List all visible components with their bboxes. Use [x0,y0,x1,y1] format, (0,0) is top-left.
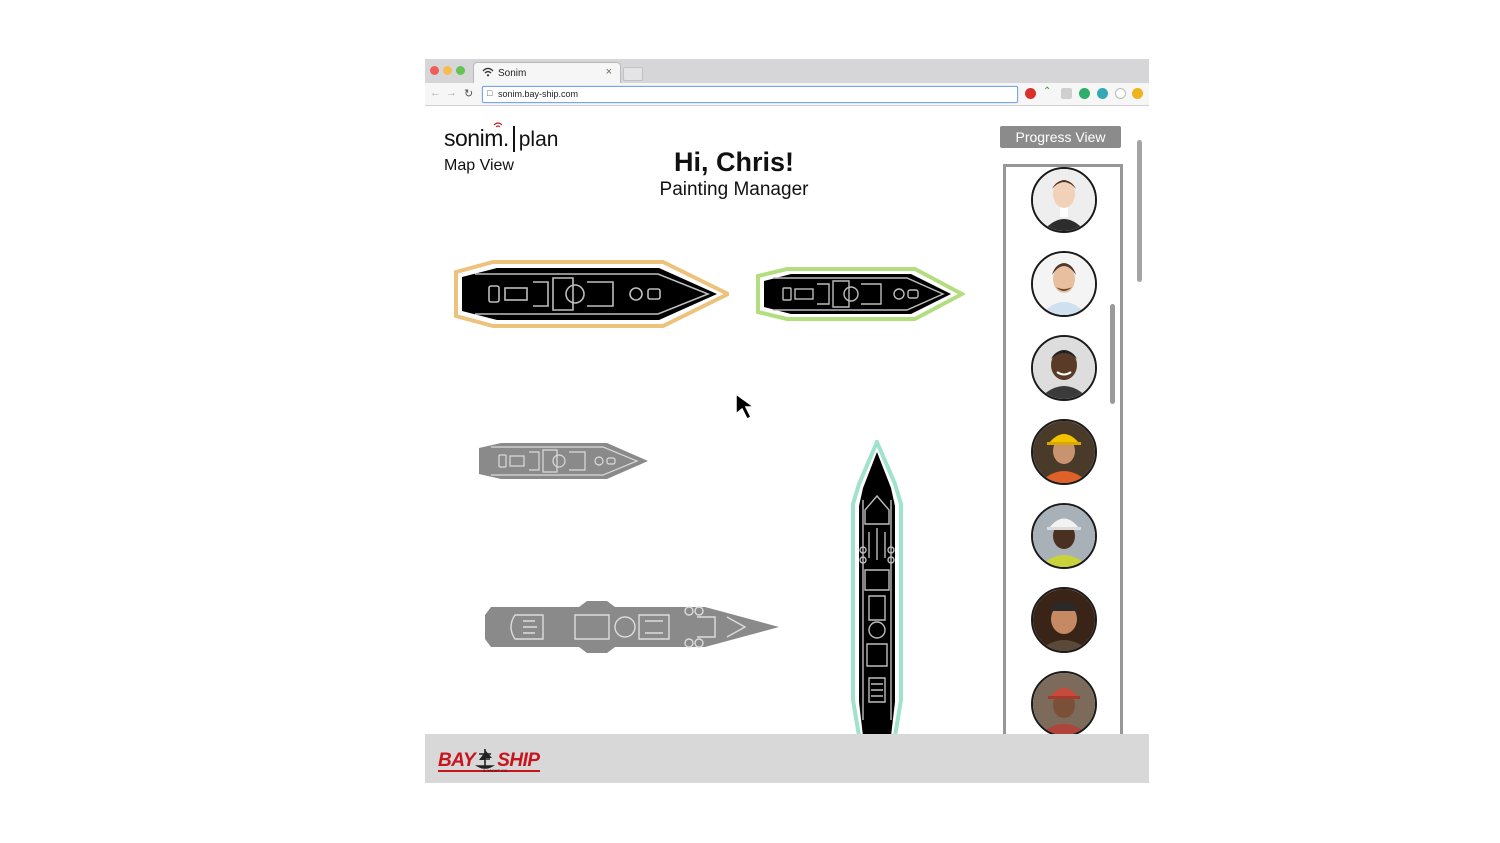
forward-icon[interactable]: → [446,87,457,99]
logo-subtitle: & YACHT CO. [483,768,509,773]
avatar[interactable] [1031,671,1097,734]
panel-scrollbar[interactable] [1110,304,1115,404]
tab-close-icon[interactable]: × [606,66,612,78]
minimize-window-button[interactable] [443,66,452,75]
new-tab-button[interactable] [623,67,643,81]
browser-tab[interactable]: Sonim × [473,62,621,84]
extension-icon[interactable]: ⌃ [1043,86,1054,97]
extension-icon[interactable] [1115,88,1126,99]
ship-5[interactable] [483,599,781,655]
view-title: Map View [444,157,514,174]
progress-view-button[interactable]: Progress View [1000,126,1121,148]
grammarly-icon[interactable] [1079,88,1090,99]
address-bar[interactable]: □ sonim.bay-ship.com [482,86,1018,103]
team-members-panel[interactable] [1003,164,1123,734]
ship-4[interactable] [845,440,909,734]
maximize-window-button[interactable] [456,66,465,75]
tab-bar: Sonim × [425,59,1149,84]
logo-signal-icon [493,121,503,131]
browser-toolbar: ← → ↻ □ sonim.bay-ship.com ⌃ [425,83,1149,106]
browser-window: Sonim × ← → ↻ □ sonim.bay-ship.com ⌃ son… [425,59,1149,783]
avatar[interactable] [1031,419,1097,485]
tab-title: Sonim [498,68,527,79]
page-scrollbar[interactable] [1137,140,1142,282]
avatar[interactable] [1031,251,1097,317]
greeting-title: Hi, Chris! [673,147,794,177]
mouse-cursor [735,392,757,420]
avatar[interactable] [1031,587,1097,653]
page-icon: □ [487,88,493,98]
avatar[interactable] [1031,167,1097,233]
extension-icon[interactable] [1061,88,1072,99]
ship-1[interactable] [453,258,729,330]
page-content: sonim. plan Map View Hi, Chris! Painting … [425,106,1149,734]
url-text: sonim.bay-ship.com [498,89,579,99]
ship-2[interactable] [755,266,965,322]
adblock-icon[interactable] [1025,88,1036,99]
wifi-icon [482,67,494,80]
back-icon[interactable]: ← [430,87,441,99]
avatar[interactable] [1031,335,1097,401]
avatar[interactable] [1031,503,1097,569]
extension-icon[interactable] [1097,88,1108,99]
reload-icon[interactable]: ↻ [464,87,473,100]
footer: BAY SHIP & YACHT CO. [425,734,1149,783]
close-window-button[interactable] [430,66,439,75]
user-role: Painting Manager [659,179,809,200]
sonim-plan-logo: sonim. plan [444,122,558,152]
extension-icon[interactable] [1132,88,1143,99]
ship-3[interactable] [477,441,649,481]
